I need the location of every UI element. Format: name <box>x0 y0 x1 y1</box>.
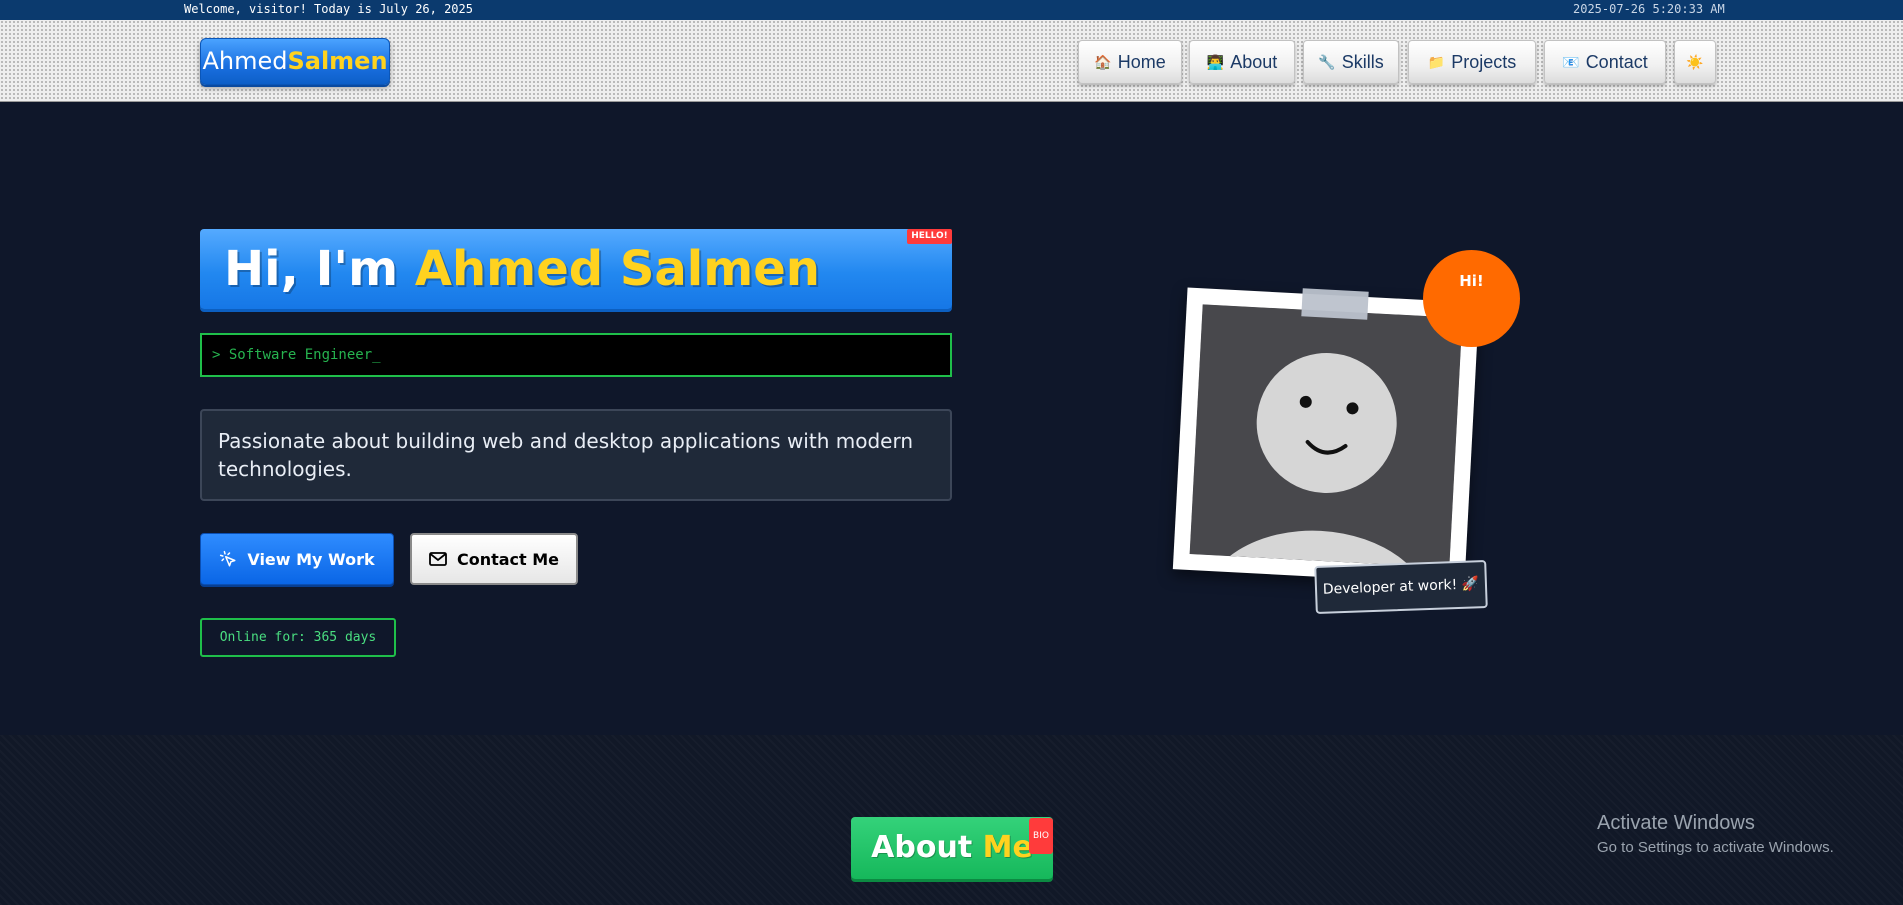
welcome-text: Welcome, visitor! Today is July 26, 2025 <box>184 2 473 16</box>
logo-last-name: Salmen <box>287 47 388 75</box>
hi-bubble: Hi! <box>1423 250 1520 347</box>
profile-photo <box>1189 304 1463 568</box>
envelope-icon <box>429 552 447 566</box>
role-terminal: > Software Engineer_ <box>200 333 952 377</box>
nav-skills[interactable]: 🔧 Skills <box>1303 40 1399 84</box>
site-header: AhmedSalmen 🏠 Home 👨‍💻 About 🔧 Skills 📁 … <box>0 20 1903 102</box>
online-counter: Online for: 365 days <box>200 618 396 657</box>
about-me-heading[interactable]: About Me <box>851 817 1053 879</box>
nav-home[interactable]: 🏠 Home <box>1078 40 1182 84</box>
top-info-bar: Welcome, visitor! Today is July 26, 2025… <box>0 0 1903 20</box>
view-my-work-label: View My Work <box>247 549 375 569</box>
windows-activation-watermark: Activate Windows Go to Settings to activ… <box>1597 812 1834 856</box>
theme-toggle-button[interactable]: ☀️ <box>1674 40 1716 84</box>
hero-name: Ahmed Salmen <box>414 241 820 297</box>
hero-title: Hi, I'm Ahmed Salmen <box>200 229 952 309</box>
nav-skills-label: Skills <box>1341 51 1384 72</box>
about-title-first: About <box>871 830 983 865</box>
cursor-click-icon <box>220 550 236 567</box>
contact-me-button[interactable]: Contact Me <box>410 533 578 585</box>
about-title-second: Me <box>982 830 1033 865</box>
site-logo[interactable]: AhmedSalmen <box>200 38 390 85</box>
logo-first-name: Ahmed <box>202 47 288 75</box>
photo-tape <box>1301 288 1369 320</box>
watermark-title: Activate Windows <box>1597 812 1755 834</box>
nav-projects-label: Projects <box>1451 51 1517 72</box>
developer-icon: 👨‍💻 <box>1206 53 1225 70</box>
sun-icon: ☀️ <box>1686 53 1704 70</box>
contact-me-label: Contact Me <box>456 549 560 569</box>
mail-icon: 📧 <box>1562 53 1580 70</box>
view-my-work-button[interactable]: View My Work <box>200 533 394 585</box>
profile-photo-frame <box>1172 287 1480 585</box>
photo-caption: Developer at work! 🚀 <box>1314 560 1488 614</box>
nav-about-label: About <box>1230 51 1278 72</box>
nav-contact[interactable]: 📧 Contact <box>1544 40 1666 84</box>
nav-about[interactable]: 👨‍💻 About <box>1189 40 1295 84</box>
nav-contact-label: Contact <box>1585 51 1648 72</box>
hero-bio: Passionate about building web and deskto… <box>200 409 952 501</box>
nav-projects[interactable]: 📁 Projects <box>1408 40 1536 84</box>
wrench-icon: 🔧 <box>1318 53 1336 70</box>
watermark-subtitle: Go to Settings to activate Windows. <box>1597 839 1834 856</box>
hero-greeting: Hi, I'm <box>224 241 415 297</box>
clock-text: 2025-07-26 5:20:33 AM <box>1573 2 1725 16</box>
hello-badge: HELLO! <box>907 229 952 244</box>
nav-home-label: Home <box>1117 51 1166 72</box>
home-icon: 🏠 <box>1094 53 1112 70</box>
folder-icon: 📁 <box>1427 53 1446 70</box>
avatar-placeholder-icon <box>1189 304 1463 568</box>
bio-badge: BIO <box>1029 818 1053 854</box>
